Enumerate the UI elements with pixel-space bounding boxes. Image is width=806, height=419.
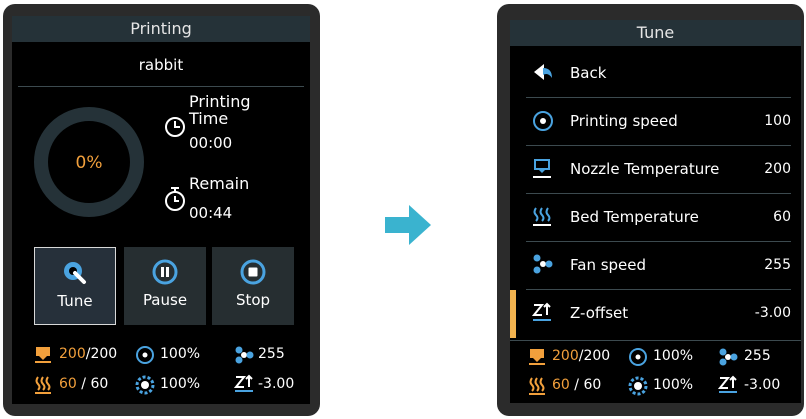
remain-label: Remain — [189, 174, 250, 193]
remain-value: 00:44 — [189, 204, 233, 222]
bed-heat-icon — [533, 207, 551, 226]
tune-device: Tune Back Printing speed 100 Nozzle Temp… — [497, 4, 804, 416]
z-offset-icon — [718, 375, 737, 393]
bed-heat-icon — [35, 376, 51, 394]
z-offset-icon — [234, 374, 253, 392]
nozzle-target: /200 — [85, 346, 118, 362]
arrow-right-icon — [385, 205, 431, 245]
wrench-gear-icon — [64, 262, 86, 284]
z-offset-icon — [532, 302, 551, 321]
nozzle-target: /200 — [578, 348, 611, 364]
item-label: Fan speed — [570, 256, 647, 274]
tune-screen: Tune Back Printing speed 100 Nozzle Temp… — [510, 20, 801, 403]
nozzle-temp: 200/200 — [552, 348, 610, 364]
flow-icon — [135, 375, 155, 395]
nozzle-current: 200 — [552, 348, 579, 364]
nozzle-icon — [529, 349, 545, 365]
bed-temp: 60 / 60 — [552, 377, 601, 393]
printing-screen: Printing rabbit 0% Printing Time 00:00 R… — [12, 16, 310, 404]
stop-button[interactable]: Stop — [212, 247, 294, 325]
tune-item-fan-speed[interactable]: Fan speed 255 — [510, 242, 801, 290]
page-title: Printing — [12, 16, 310, 42]
selection-indicator — [510, 290, 516, 338]
printing-device: Printing rabbit 0% Printing Time 00:00 R… — [3, 4, 320, 416]
stop-label: Stop — [235, 291, 271, 309]
divider — [18, 86, 304, 87]
divider — [510, 340, 801, 341]
item-value: 60 — [773, 209, 791, 225]
tune-item-printing-speed[interactable]: Printing speed 100 — [510, 98, 801, 146]
pause-label: Pause — [142, 291, 188, 309]
speed-gauge-icon — [136, 346, 154, 364]
speed-gauge-icon — [533, 111, 553, 131]
item-value: 100 — [764, 113, 791, 129]
item-value: 200 — [764, 161, 791, 177]
item-value: -3.00 — [754, 305, 791, 321]
item-label: Bed Temperature — [570, 208, 699, 226]
bed-sep: / — [81, 376, 86, 392]
nozzle-icon — [35, 347, 51, 363]
bed-temp: 60 / 60 — [59, 376, 108, 392]
nozzle-icon — [533, 159, 551, 178]
pause-button[interactable]: Pause — [124, 247, 206, 325]
page-title: Tune — [510, 20, 801, 46]
stopwatch-icon — [165, 187, 185, 211]
fan-icon — [719, 348, 738, 366]
tune-item-nozzle-temperature[interactable]: Nozzle Temperature 200 — [510, 146, 801, 194]
fan-value: 255 — [258, 346, 285, 362]
printing-time-value: 00:00 — [189, 134, 233, 152]
bed-target: 60 — [90, 376, 109, 392]
flow-value: 100% — [160, 376, 201, 392]
bed-heat-icon — [529, 377, 545, 395]
item-value: 255 — [764, 257, 791, 273]
speed-value: 100% — [160, 346, 201, 362]
bed-target: 60 — [583, 377, 602, 393]
back-label: Back — [570, 64, 607, 82]
tune-item-bed-temperature[interactable]: Bed Temperature 60 — [510, 194, 801, 242]
progress-percent: 0% — [75, 153, 103, 173]
zoffset-value: -3.00 — [258, 376, 295, 392]
bed-sep: / — [574, 377, 579, 393]
tune-item-z-offset[interactable]: Z-offset -3.00 — [510, 290, 801, 338]
nozzle-temp: 200/200 — [59, 346, 117, 362]
speed-value: 100% — [653, 348, 694, 364]
file-name: rabbit — [138, 56, 184, 74]
fan-icon — [235, 346, 254, 364]
nozzle-current: 200 — [59, 346, 86, 362]
fan-value: 255 — [744, 348, 771, 364]
flow-icon — [628, 376, 648, 396]
pause-icon — [152, 259, 178, 285]
back-button[interactable]: Back — [510, 50, 801, 98]
flow-value: 100% — [653, 377, 694, 393]
bed-current: 60 — [552, 377, 570, 393]
speed-gauge-icon — [629, 348, 647, 366]
zoffset-value: -3.00 — [744, 377, 781, 393]
tune-button[interactable]: Tune — [34, 247, 116, 325]
tune-label: Tune — [57, 292, 93, 310]
fan-icon — [533, 254, 553, 274]
clock-icon — [165, 117, 185, 137]
back-arrow-icon — [534, 64, 552, 80]
printing-time-label-2: Time — [189, 109, 229, 128]
bed-current: 60 — [59, 376, 77, 392]
stop-icon — [240, 259, 266, 285]
item-label: Printing speed — [570, 112, 678, 130]
item-label: Z-offset — [570, 304, 629, 322]
item-label: Nozzle Temperature — [570, 160, 720, 178]
